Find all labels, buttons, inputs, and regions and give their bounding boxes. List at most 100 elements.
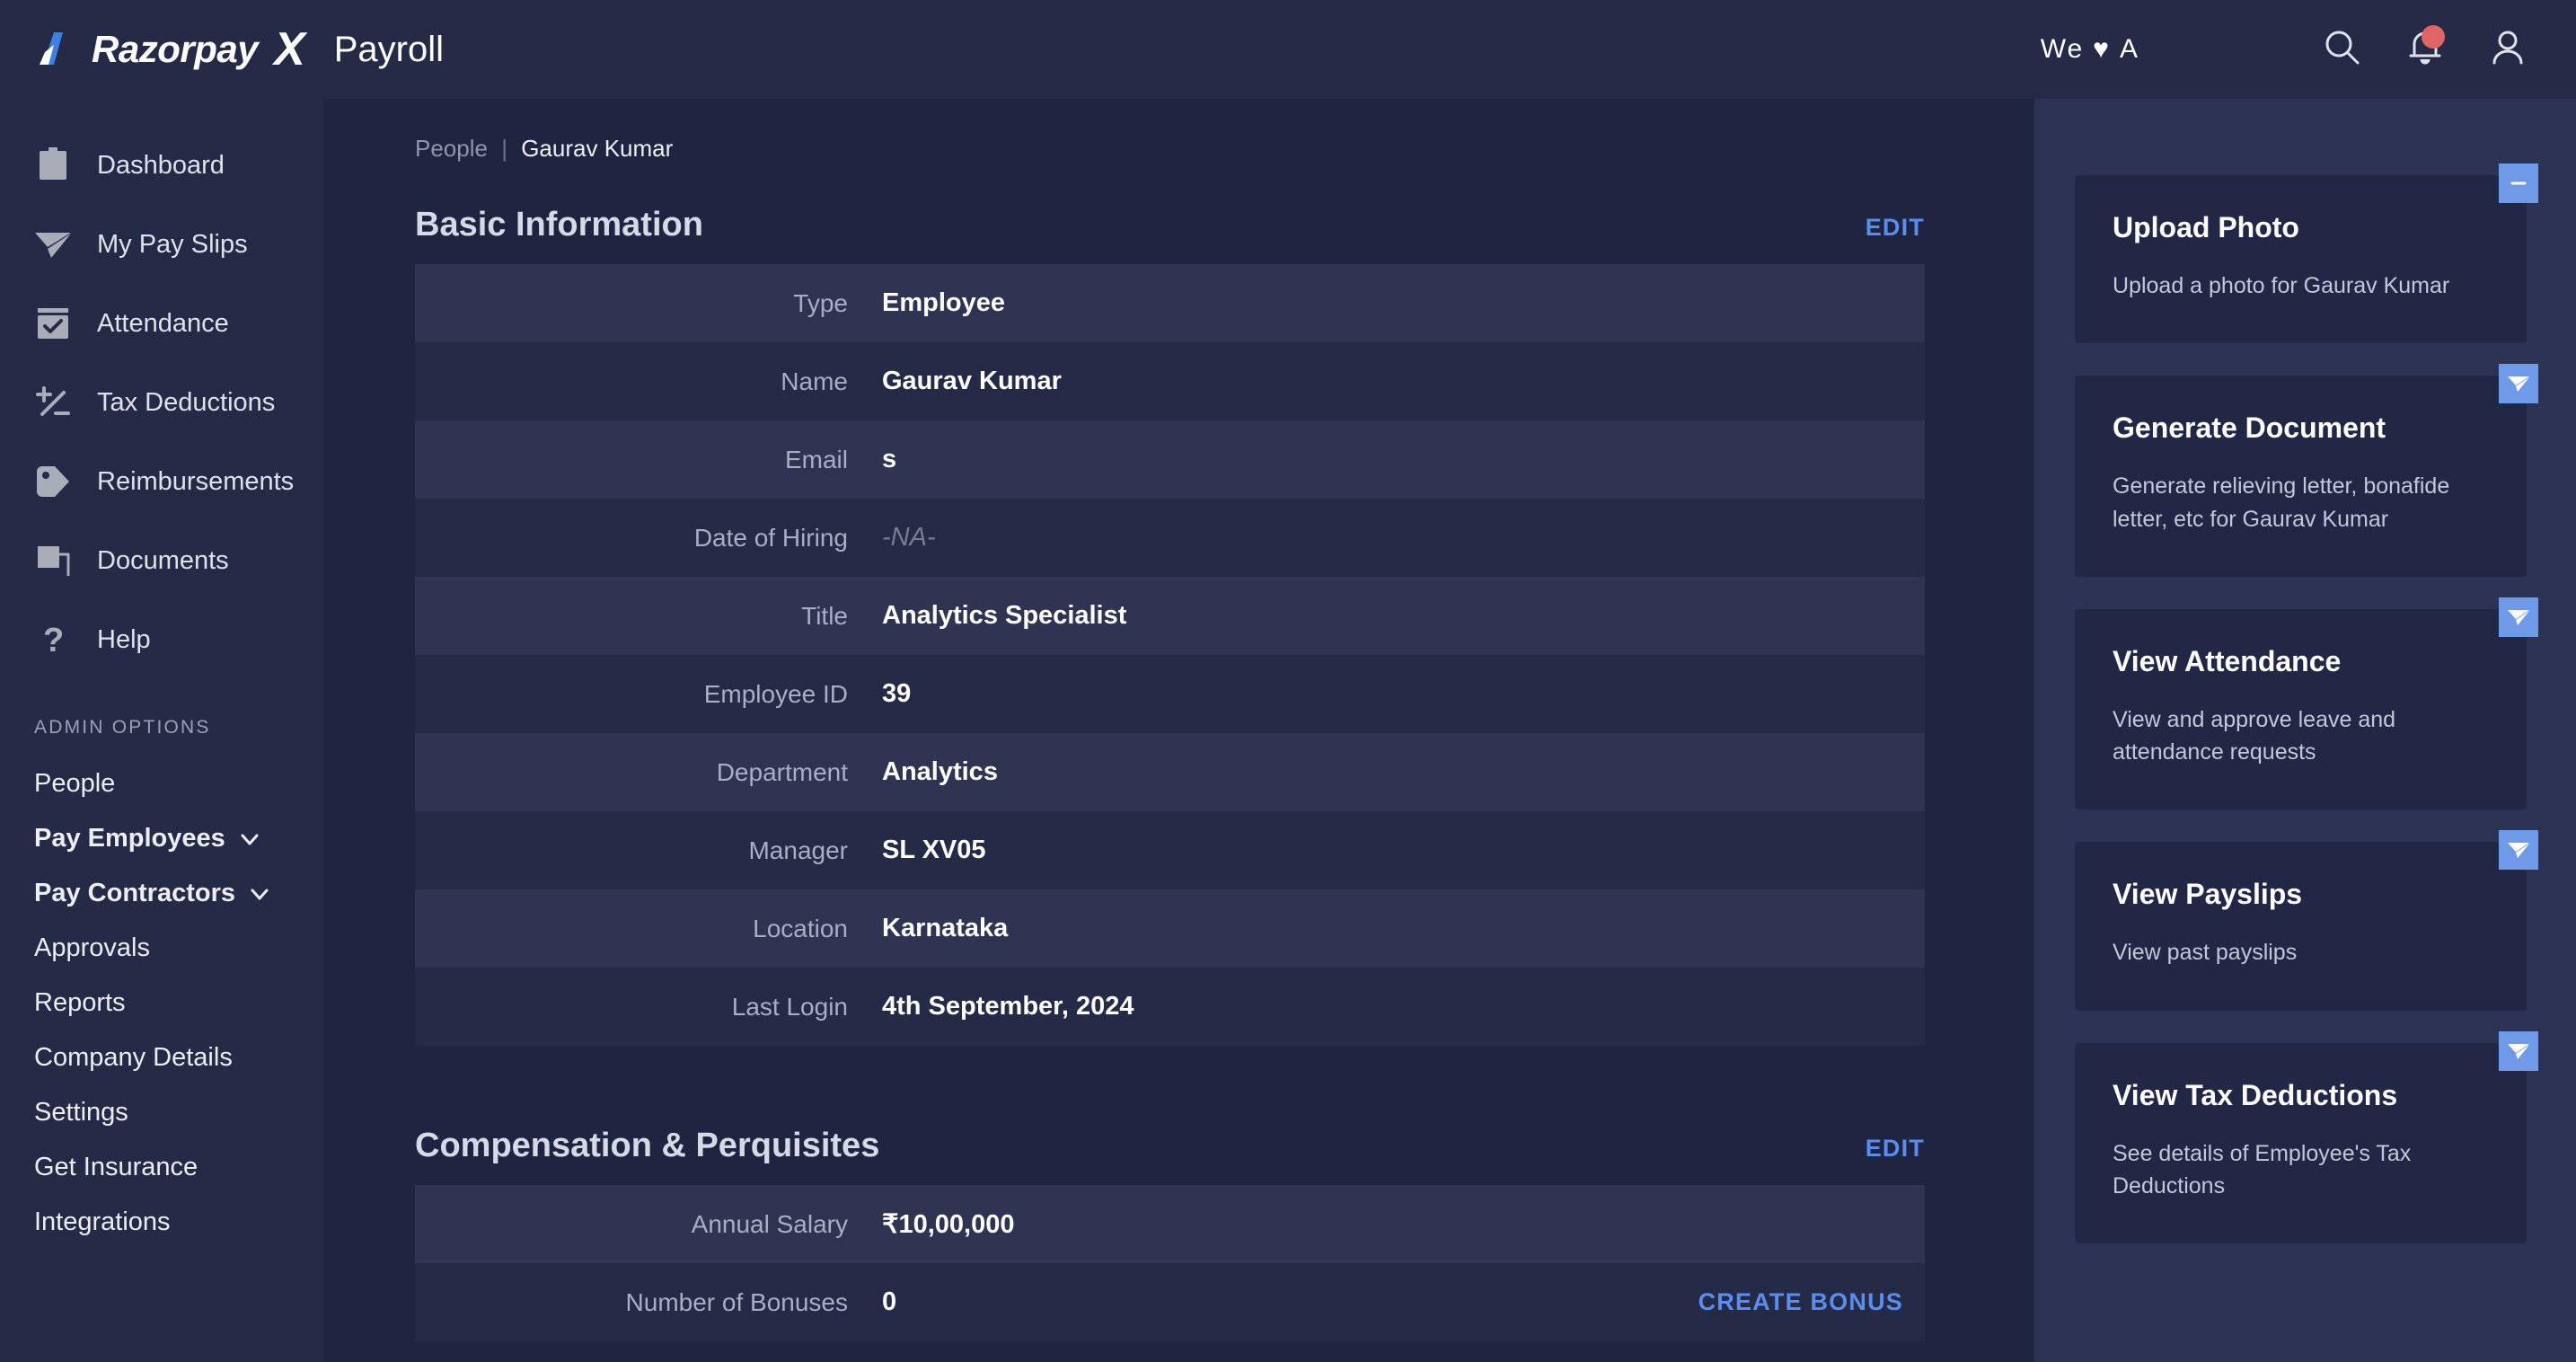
create-bonus-button[interactable]: CREATE BONUS (1698, 1288, 1925, 1316)
card-description: View and approve leave and attendance re… (2113, 706, 2396, 765)
table-row: Title Analytics Specialist (415, 577, 1925, 655)
table-row: Date of Hiring -NA- (415, 499, 1925, 577)
top-header-bar: Razorpay X Payroll We ♥ A (0, 0, 2576, 99)
card-upload-photo[interactable]: Upload Photo Upload a photo for Gaurav K… (2075, 164, 2538, 344)
notifications-button[interactable] (2384, 0, 2466, 99)
heart-icon: ♥ (2093, 34, 2111, 64)
search-button[interactable] (2301, 0, 2384, 99)
table-row: Type Employee (415, 264, 1925, 342)
edit-basic-information-button[interactable]: EDIT (1866, 214, 1925, 242)
admin-options-heading: ADMIN OPTIONS (34, 717, 211, 738)
row-label: Last Login (731, 992, 848, 1021)
paper-plane-icon[interactable] (2499, 830, 2538, 871)
row-value: Employee (882, 288, 1005, 317)
sidebar-item-label: Company Details (34, 1043, 233, 1072)
sidebar-item-reports[interactable]: Reports (0, 976, 323, 1030)
breadcrumb-parent[interactable]: People (415, 135, 488, 162)
row-label: Type (793, 288, 848, 317)
row-value: SL XV05 (882, 836, 986, 864)
table-row: Annual Salary ₹10,00,000 (415, 1185, 1925, 1263)
row-value: ₹10,00,000 (882, 1210, 1015, 1239)
compensation-table: Annual Salary ₹10,00,000 Number of Bonus… (415, 1185, 1925, 1341)
card-generate-document[interactable]: Generate Document Generate relieving let… (2075, 364, 2538, 577)
paper-plane-icon[interactable] (2499, 1030, 2538, 1071)
row-label: Manager (748, 836, 848, 864)
table-row: Last Login 4th September, 2024 (415, 968, 1925, 1046)
edit-compensation-button[interactable]: EDIT (1866, 1135, 1925, 1163)
sidebar-item-people[interactable]: People (0, 756, 323, 811)
notification-badge (2422, 25, 2445, 49)
paper-plane-icon[interactable] (2499, 364, 2538, 404)
card-view-payslips[interactable]: View Payslips View past payslips (2075, 830, 2538, 1011)
table-row: Email s (415, 420, 1925, 499)
paper-plane-icon (34, 226, 72, 263)
tag-icon (34, 463, 72, 500)
sidebar-item-label: Reimbursements (97, 466, 295, 496)
sidebar-item-my-pay-slips[interactable]: My Pay Slips (0, 205, 323, 284)
card-description: Upload a photo for Gaurav Kumar (2113, 273, 2450, 298)
sidebar-item-integrations[interactable]: Integrations (0, 1195, 323, 1250)
chevron-down-icon (248, 882, 271, 906)
profile-button[interactable] (2466, 0, 2549, 99)
sidebar-item-company-details[interactable]: Company Details (0, 1030, 323, 1085)
row-label: Email (784, 445, 848, 473)
we-love-prefix: We (2040, 34, 2085, 64)
sidebar-item-label: Attendance (97, 308, 229, 338)
card-title: View Attendance (2113, 644, 2342, 677)
table-row: Name Gaurav Kumar (415, 342, 1925, 420)
table-row: Department Analytics (415, 733, 1925, 811)
sidebar-item-help[interactable]: ? Help (0, 600, 323, 679)
clipboard-icon (34, 146, 72, 184)
page-title: Basic Information (415, 206, 703, 243)
row-value: -NA- (882, 523, 936, 552)
row-value: s (882, 445, 897, 473)
logo-x-mark: X (274, 23, 305, 75)
card-description: Generate relieving letter, bonafide lett… (2113, 473, 2450, 532)
row-value: 39 (882, 679, 912, 708)
sidebar-item-tax-deductions[interactable]: Tax Deductions (0, 363, 323, 442)
row-label: Employee ID (703, 679, 848, 708)
sidebar-item-label: My Pay Slips (97, 229, 248, 259)
sidebar-item-pay-contractors[interactable]: Pay Contractors (0, 866, 323, 921)
card-title: Upload Photo (2113, 211, 2299, 243)
paper-plane-icon[interactable] (2499, 597, 2538, 637)
sidebar-item-label: Settings (34, 1098, 128, 1127)
row-value: Karnataka (882, 914, 1009, 942)
we-love-tagline: We ♥ A (2041, 34, 2139, 65)
calendar-check-icon (34, 305, 72, 342)
card-view-attendance[interactable]: View Attendance View and approve leave a… (2075, 597, 2538, 810)
sidebar-item-documents[interactable]: Documents (0, 521, 323, 600)
card-description: See details of Employee's Tax Deductions (2113, 1140, 2412, 1198)
documents-icon (34, 542, 72, 579)
compensation-title: Compensation & Perquisites (415, 1127, 880, 1164)
main-sidebar: Dashboard My Pay Slips Attendance Tax De… (0, 99, 323, 1362)
sidebar-item-label: Integrations (34, 1207, 171, 1236)
sidebar-item-pay-employees[interactable]: Pay Employees (0, 811, 323, 866)
sidebar-item-get-insurance[interactable]: Get Insurance (0, 1140, 323, 1195)
card-description: View past payslips (2113, 940, 2298, 966)
card-view-tax-deductions[interactable]: View Tax Deductions See details of Emplo… (2075, 1030, 2538, 1243)
row-label: Number of Bonuses (625, 1287, 848, 1316)
search-icon (2322, 27, 2363, 73)
row-label: Annual Salary (691, 1209, 848, 1238)
sidebar-item-approvals[interactable]: Approvals (0, 921, 323, 976)
sidebar-item-dashboard[interactable]: Dashboard (0, 126, 323, 205)
sidebar-item-label: Reports (34, 988, 126, 1017)
sidebar-item-settings[interactable]: Settings (0, 1085, 323, 1140)
sidebar-item-label: People (34, 769, 116, 798)
app-logo[interactable]: Razorpay X Payroll (36, 26, 444, 73)
logo-product-text: Payroll (333, 30, 445, 69)
basic-information-header: Basic Information EDIT (415, 206, 1925, 244)
row-label: Department (716, 757, 848, 786)
sidebar-item-label: Documents (97, 545, 229, 575)
table-row: Manager SL XV05 (415, 811, 1925, 889)
table-row: Number of Bonuses 0 CREATE BONUS (415, 1263, 1925, 1341)
table-row: Employee ID 39 (415, 655, 1925, 733)
minus-icon[interactable] (2499, 164, 2538, 203)
right-actions-panel: Upload Photo Upload a photo for Gaurav K… (2034, 99, 2576, 1362)
breadcrumb: People | Gaurav Kumar (415, 135, 1981, 163)
sidebar-item-attendance[interactable]: Attendance (0, 284, 323, 363)
sidebar-item-reimbursements[interactable]: Reimbursements (0, 442, 323, 521)
header-actions: We ♥ A (2041, 0, 2576, 99)
sidebar-item-label: Approvals (34, 933, 150, 962)
